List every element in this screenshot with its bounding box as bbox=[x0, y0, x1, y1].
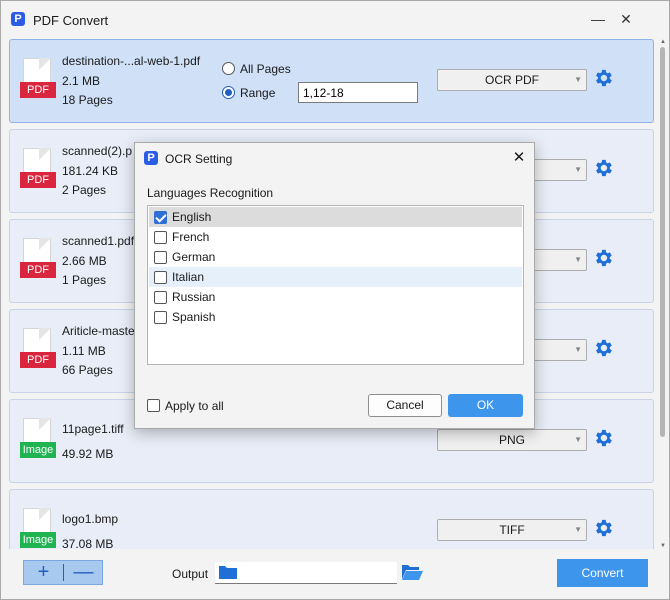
list-scrollbar[interactable]: ▲ ▼ bbox=[659, 39, 667, 549]
file-name: destination-...al-web-1.pdf bbox=[62, 54, 201, 68]
file-type-tag: PDF bbox=[20, 172, 56, 188]
languages-section-label: Languages Recognition bbox=[147, 186, 274, 200]
bottom-bar: + — Output Convert bbox=[1, 551, 669, 599]
file-name: logo1.bmp bbox=[62, 512, 119, 526]
file-pages: 66 Pages bbox=[62, 363, 113, 377]
cancel-button[interactable]: Cancel bbox=[368, 394, 442, 417]
gear-icon[interactable] bbox=[592, 517, 614, 539]
apply-to-all-label: Apply to all bbox=[165, 399, 224, 413]
file-card[interactable]: PDF destination-...al-web-1.pdf 2.1 MB 1… bbox=[9, 39, 654, 123]
english-checkbox[interactable] bbox=[154, 211, 167, 224]
file-size: 1.11 MB bbox=[62, 344, 106, 358]
file-name: 11page1.tiff bbox=[62, 422, 124, 436]
file-size: 49.92 MB bbox=[62, 447, 114, 461]
russian-checkbox[interactable] bbox=[154, 291, 167, 304]
range-label: Range bbox=[240, 86, 276, 100]
file-name: scanned(2).p bbox=[62, 144, 133, 158]
italian-checkbox[interactable] bbox=[154, 271, 167, 284]
scroll-up-arrow-icon[interactable]: ▲ bbox=[659, 39, 667, 45]
chevron-down-icon: ▼ bbox=[574, 165, 582, 174]
chevron-down-icon: ▼ bbox=[574, 525, 582, 534]
add-file-button[interactable]: + bbox=[24, 561, 63, 584]
gear-icon[interactable] bbox=[592, 247, 614, 269]
pdf-file-icon: PDF bbox=[20, 148, 56, 192]
scroll-down-arrow-icon[interactable]: ▼ bbox=[659, 543, 667, 549]
pdf-file-icon: PDF bbox=[20, 58, 56, 102]
chevron-down-icon: ▼ bbox=[574, 345, 582, 354]
range-radio[interactable] bbox=[222, 86, 235, 99]
file-type-tag: PDF bbox=[20, 262, 56, 278]
language-item-spanish[interactable]: Spanish bbox=[149, 307, 522, 327]
add-remove-group: + — bbox=[23, 560, 103, 585]
all-pages-radio[interactable] bbox=[222, 62, 235, 75]
language-label: Russian bbox=[172, 290, 216, 304]
apply-to-all-checkbox[interactable] bbox=[147, 399, 160, 412]
file-pages: 18 Pages bbox=[62, 93, 113, 107]
dialog-title: OCR Setting bbox=[165, 152, 233, 166]
all-pages-label: All Pages bbox=[240, 62, 291, 76]
file-size: 2.66 MB bbox=[62, 254, 107, 268]
file-type-tag: Image bbox=[20, 532, 56, 548]
gear-icon[interactable] bbox=[592, 157, 614, 179]
file-type-tag: PDF bbox=[20, 82, 56, 98]
chevron-down-icon: ▼ bbox=[574, 75, 582, 84]
pdf-file-icon: PDF bbox=[20, 238, 56, 282]
language-item-german[interactable]: German bbox=[149, 247, 522, 267]
file-pages: 2 Pages bbox=[62, 183, 107, 197]
gear-icon[interactable] bbox=[592, 67, 614, 89]
file-size: 181.24 KB bbox=[62, 164, 119, 178]
gear-icon[interactable] bbox=[592, 427, 614, 449]
french-checkbox[interactable] bbox=[154, 231, 167, 244]
image-file-icon: Image bbox=[20, 508, 56, 549]
language-list: English French German Italian Russian Sp… bbox=[147, 205, 524, 365]
language-label: French bbox=[172, 230, 210, 244]
file-size: 37.08 MB bbox=[62, 537, 114, 549]
page-range-input[interactable] bbox=[298, 82, 418, 103]
close-window-button[interactable]: ✕ bbox=[611, 7, 641, 31]
minimize-button[interactable]: — bbox=[583, 7, 613, 31]
output-label: Output bbox=[172, 567, 209, 581]
pdf-file-icon: PDF bbox=[20, 328, 56, 372]
file-pages: 1 Pages bbox=[62, 273, 107, 287]
language-item-english[interactable]: English bbox=[149, 207, 522, 227]
language-item-italian[interactable]: Italian bbox=[149, 267, 522, 287]
format-select-value: TIFF bbox=[499, 523, 525, 537]
file-size: 2.1 MB bbox=[62, 74, 101, 88]
german-checkbox[interactable] bbox=[154, 251, 167, 264]
ok-button[interactable]: OK bbox=[448, 394, 523, 417]
format-select-value: OCR PDF bbox=[485, 73, 539, 87]
folder-icon bbox=[219, 566, 237, 579]
output-path-field[interactable] bbox=[215, 562, 397, 584]
language-label: English bbox=[172, 210, 212, 224]
title-bar: P PDF Convert — ✕ bbox=[1, 1, 669, 35]
file-card[interactable]: Image logo1.bmp 37.08 MB TIFF ▼ bbox=[9, 489, 654, 549]
ocr-setting-dialog: P OCR Setting ✕ Languages Recognition En… bbox=[134, 142, 535, 429]
chevron-down-icon: ▼ bbox=[574, 435, 582, 444]
spanish-checkbox[interactable] bbox=[154, 311, 167, 324]
convert-button[interactable]: Convert bbox=[557, 559, 648, 587]
language-item-french[interactable]: French bbox=[149, 227, 522, 247]
file-type-tag: Image bbox=[20, 442, 56, 458]
language-label: Italian bbox=[172, 270, 205, 284]
language-label: Spanish bbox=[172, 310, 216, 324]
app-logo-icon: P bbox=[11, 12, 25, 26]
image-file-icon: Image bbox=[20, 418, 56, 462]
app-logo-icon: P bbox=[144, 151, 158, 165]
dialog-close-button[interactable]: ✕ bbox=[507, 146, 531, 170]
file-type-tag: PDF bbox=[20, 352, 56, 368]
format-select[interactable]: OCR PDF ▼ bbox=[437, 69, 587, 91]
open-folder-icon[interactable] bbox=[401, 562, 423, 582]
language-label: German bbox=[172, 250, 216, 264]
format-select[interactable]: TIFF ▼ bbox=[437, 519, 587, 541]
format-select-value: PNG bbox=[498, 433, 525, 447]
file-name: scanned1.pdf bbox=[62, 234, 135, 248]
app-title: PDF Convert bbox=[33, 13, 109, 28]
file-name: Ariticle-maste bbox=[62, 324, 135, 338]
language-item-russian[interactable]: Russian bbox=[149, 287, 522, 307]
remove-file-button[interactable]: — bbox=[64, 561, 103, 584]
gear-icon[interactable] bbox=[592, 337, 614, 359]
format-select[interactable]: PNG ▼ bbox=[437, 429, 587, 451]
chevron-down-icon: ▼ bbox=[574, 255, 582, 264]
scroll-thumb[interactable] bbox=[660, 47, 665, 437]
